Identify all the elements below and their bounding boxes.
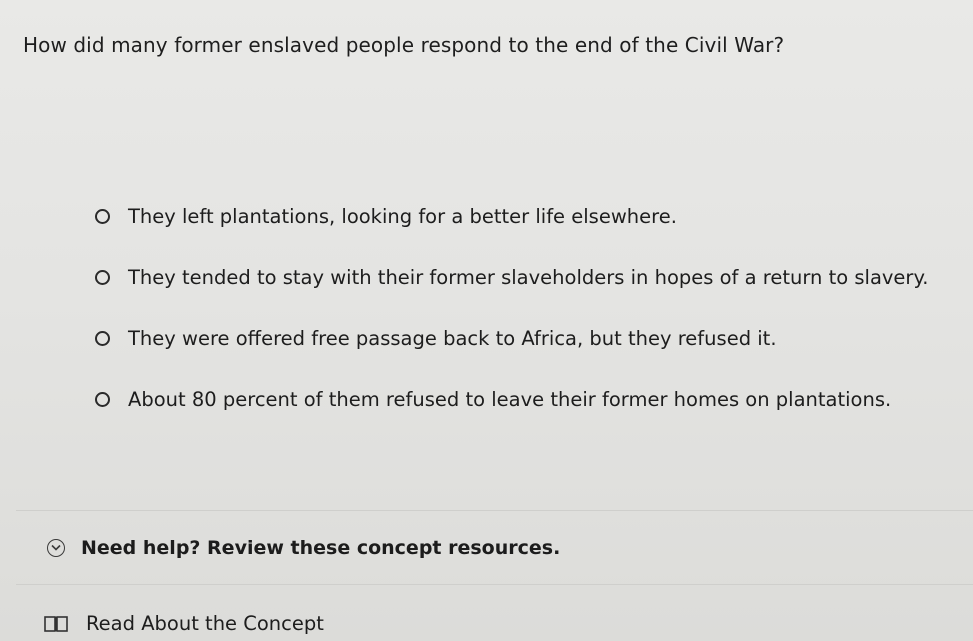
answer-option-label: They tended to stay with their former sl…: [128, 266, 929, 289]
help-resources-toggle[interactable]: Need help? Review these concept resource…: [16, 510, 973, 585]
chevron-down-circle-icon: [47, 538, 65, 557]
answer-option-1[interactable]: They left plantations, looking for a bet…: [95, 186, 965, 247]
answer-option-3[interactable]: They were offered free passage back to A…: [95, 308, 965, 369]
answer-option-label: They left plantations, looking for a bet…: [128, 205, 677, 228]
answer-option-2[interactable]: They tended to stay with their former sl…: [95, 247, 965, 308]
radio-button[interactable]: [95, 270, 110, 285]
question-text: How did many former enslaved people resp…: [23, 33, 785, 57]
answer-option-label: About 80 percent of them refused to leav…: [128, 388, 892, 411]
answer-option-label: They were offered free passage back to A…: [128, 327, 777, 350]
answer-option-4[interactable]: About 80 percent of them refused to leav…: [95, 369, 965, 430]
radio-button[interactable]: [95, 331, 110, 346]
book-icon: [43, 614, 69, 634]
radio-button[interactable]: [95, 209, 110, 224]
radio-button[interactable]: [95, 392, 110, 407]
help-label: Need help? Review these concept resource…: [81, 536, 561, 559]
read-about-concept-link[interactable]: Read About the Concept: [43, 612, 324, 635]
resource-label: Read About the Concept: [86, 612, 324, 635]
answer-options: They left plantations, looking for a bet…: [95, 186, 965, 430]
